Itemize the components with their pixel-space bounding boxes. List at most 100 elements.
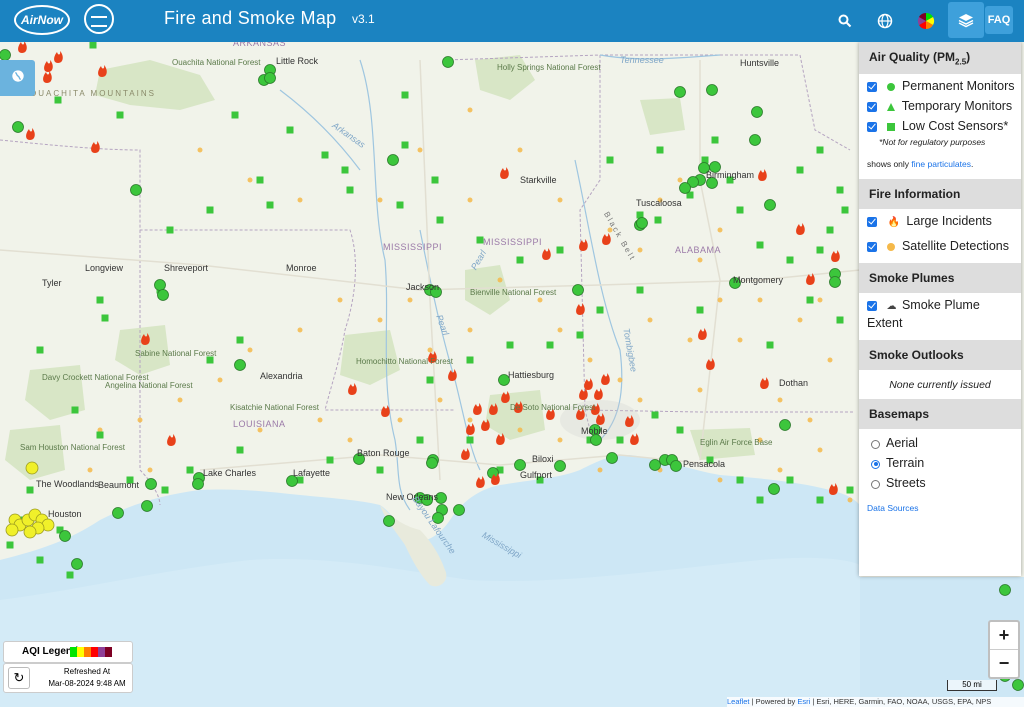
radio-icon[interactable] — [871, 459, 880, 469]
satellite-detection[interactable] — [137, 417, 143, 423]
satellite-detection[interactable] — [717, 227, 723, 233]
permanent-monitor[interactable] — [71, 558, 83, 570]
permanent-monitor[interactable] — [606, 452, 618, 464]
low-cost-sensor[interactable] — [651, 411, 659, 419]
low-cost-sensor[interactable] — [96, 296, 104, 304]
low-cost-sensor[interactable] — [826, 226, 834, 234]
low-cost-sensor[interactable] — [36, 346, 44, 354]
permanent-monitor[interactable] — [679, 182, 691, 194]
low-cost-sensor[interactable] — [416, 436, 424, 444]
satellite-detection[interactable] — [697, 257, 703, 263]
permanent-monitor[interactable] — [649, 459, 661, 471]
low-cost-sensor[interactable] — [341, 166, 349, 174]
airnow-logo[interactable]: AirNow — [14, 5, 70, 35]
low-cost-sensor[interactable] — [401, 91, 409, 99]
low-cost-sensor[interactable] — [346, 186, 354, 194]
satellite-detection[interactable] — [557, 327, 563, 333]
permanent-monitor[interactable] — [59, 530, 71, 542]
permanent-monitor[interactable] — [426, 457, 438, 469]
zoom-out-button[interactable]: − — [990, 649, 1018, 677]
satellite-detection[interactable] — [467, 327, 473, 333]
checkbox-icon[interactable] — [867, 301, 877, 312]
low-cost-sensor[interactable] — [516, 256, 524, 264]
permanent-monitor[interactable] — [751, 106, 763, 118]
radio-icon[interactable] — [871, 479, 880, 489]
checkbox-icon[interactable] — [867, 242, 877, 253]
satellite-detection[interactable] — [637, 397, 643, 403]
satellite-detection[interactable] — [87, 467, 93, 473]
satellite-detection[interactable] — [757, 297, 763, 303]
satellite-detection[interactable] — [467, 417, 473, 423]
permanent-monitor[interactable] — [157, 289, 169, 301]
low-cost-sensor[interactable] — [236, 336, 244, 344]
satellite-detection[interactable] — [817, 447, 823, 453]
low-cost-sensor[interactable] — [556, 246, 564, 254]
low-cost-sensor[interactable] — [166, 226, 174, 234]
low-cost-sensor[interactable] — [636, 286, 644, 294]
satellite-detection[interactable] — [467, 107, 473, 113]
satellite-detection[interactable] — [597, 467, 603, 473]
low-cost-sensor[interactable] — [89, 41, 97, 49]
satellite-detection[interactable] — [417, 147, 423, 153]
moderate-monitor[interactable] — [23, 525, 37, 539]
satellite-detection[interactable] — [717, 297, 723, 303]
temporary-monitors-toggle[interactable]: Temporary Monitors — [859, 97, 1021, 117]
low-cost-sensor[interactable] — [816, 246, 824, 254]
low-cost-sensor[interactable] — [236, 446, 244, 454]
leaflet-link[interactable]: Leaflet — [727, 697, 750, 706]
permanent-monitor[interactable] — [264, 72, 276, 84]
moderate-monitor[interactable] — [25, 461, 39, 475]
faq-button[interactable]: FAQ — [985, 6, 1013, 34]
satellite-detection[interactable] — [587, 357, 593, 363]
satellite-detection[interactable] — [427, 347, 433, 353]
low-cost-sensor[interactable] — [426, 376, 434, 384]
satellite-detection[interactable] — [337, 297, 343, 303]
permanent-monitor[interactable] — [590, 434, 602, 446]
permanent-monitor[interactable] — [154, 279, 166, 291]
low-cost-sensor[interactable] — [816, 496, 824, 504]
satellite-detection[interactable] — [777, 467, 783, 473]
satellite-detection[interactable] — [537, 297, 543, 303]
permanent-monitor[interactable] — [112, 507, 124, 519]
moderate-monitor[interactable] — [5, 523, 19, 537]
low-cost-sensor[interactable] — [116, 111, 124, 119]
low-cost-sensor[interactable] — [816, 146, 824, 154]
low-cost-sensor[interactable] — [286, 126, 294, 134]
low-cost-sensor[interactable] — [26, 486, 34, 494]
low-cost-sensor[interactable] — [396, 201, 404, 209]
low-cost-sensor[interactable] — [576, 331, 584, 339]
low-cost-sensor[interactable] — [66, 571, 74, 579]
low-cost-sensor[interactable] — [206, 206, 214, 214]
region-globe-button[interactable] — [0, 60, 35, 96]
permanent-monitor[interactable] — [234, 359, 246, 371]
satellite-detection[interactable] — [557, 197, 563, 203]
satellite-detection[interactable] — [827, 357, 833, 363]
low-cost-sensor[interactable] — [756, 496, 764, 504]
layers-icon[interactable] — [948, 2, 984, 38]
permanent-monitor[interactable] — [749, 134, 761, 146]
permanent-monitor[interactable] — [383, 515, 395, 527]
low-cost-sensor[interactable] — [256, 176, 264, 184]
fine-particulates-link[interactable]: fine particulates — [911, 159, 971, 169]
satellite-detection[interactable] — [347, 437, 353, 443]
low-cost-sensor[interactable] — [436, 216, 444, 224]
low-cost-sensor[interactable] — [836, 186, 844, 194]
satellite-detection[interactable] — [637, 247, 643, 253]
low-cost-sensor[interactable] — [431, 176, 439, 184]
data-sources-link[interactable]: Data Sources — [859, 499, 1021, 519]
low-cost-sensor[interactable] — [466, 356, 474, 364]
permanent-monitor[interactable] — [764, 199, 776, 211]
satellite-detection[interactable] — [777, 397, 783, 403]
permanent-monitor[interactable] — [453, 504, 465, 516]
low-cost-sensor[interactable] — [806, 296, 814, 304]
satellite-detection[interactable] — [217, 377, 223, 383]
low-cost-sensor[interactable] — [321, 151, 329, 159]
permanent-monitors-toggle[interactable]: Permanent Monitors — [859, 77, 1021, 97]
checkbox-icon[interactable] — [867, 217, 877, 228]
satellite-detection[interactable] — [517, 427, 523, 433]
low-cost-sensor[interactable] — [756, 241, 764, 249]
low-cost-sensor[interactable] — [656, 146, 664, 154]
satellite-detection[interactable] — [697, 387, 703, 393]
permanent-monitor[interactable] — [829, 276, 841, 288]
refresh-button[interactable]: ↻ — [8, 667, 30, 689]
